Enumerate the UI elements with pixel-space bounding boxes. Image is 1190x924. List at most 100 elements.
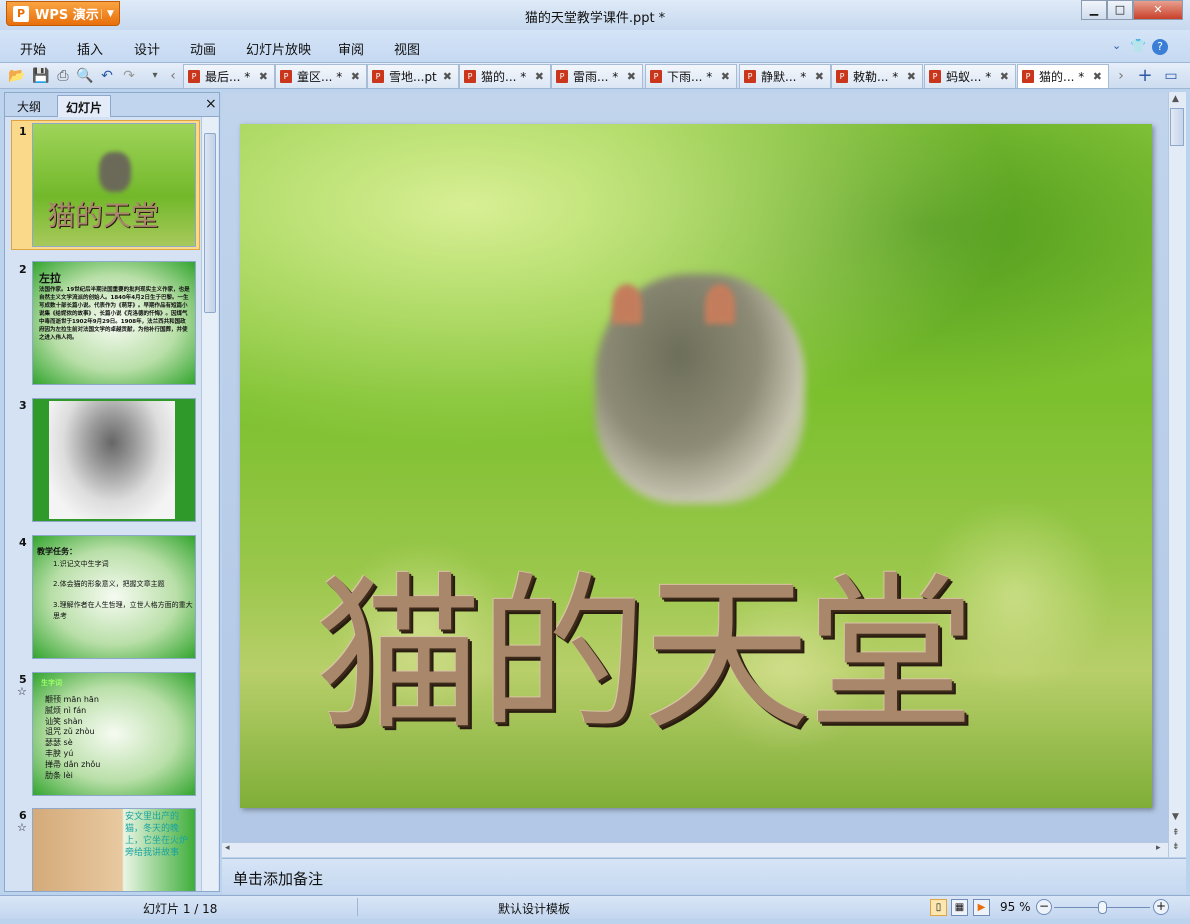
- normal-view-icon[interactable]: ▯: [930, 899, 947, 916]
- open-icon[interactable]: 📂: [8, 67, 26, 85]
- slide-thumbnail-3[interactable]: [32, 398, 196, 522]
- thumbnail-scrollbar[interactable]: [201, 117, 218, 891]
- word-list: 颟顸 mān hān 腻烦 nì fán 讪笑 shàn 诅咒 zǔ zhòu 瑟瑟 s…: [45, 695, 100, 781]
- window-title: 猫的天堂教学课件.ppt *: [524, 11, 666, 26]
- slide-thumbnail-1[interactable]: 猫的天堂: [32, 123, 196, 247]
- thumb-item: 2.体会猫的形象意义，把握文章主题: [53, 580, 165, 588]
- help-icon[interactable]: ?: [1152, 39, 1168, 55]
- skin-icon[interactable]: 👕: [1130, 39, 1146, 54]
- previous-slide-icon[interactable]: ⇞: [1172, 828, 1180, 838]
- save-icon[interactable]: 💾: [32, 67, 50, 85]
- horizontal-scrollbar[interactable]: ◂ ▸: [222, 842, 1168, 857]
- slide-thumbnail-6[interactable]: 安文里出产的猫，冬天的晚上，它坐在火炉旁给我讲故事: [32, 808, 196, 892]
- slide-thumbnail-4[interactable]: 教学任务： 1.识记文中生字词 2.体会猫的形象意义，把握文章主题 3.理解作者…: [32, 535, 196, 659]
- status-bar: 幻灯片 1 / 18 默认设计模板 ▯ ▦ ▶ 95 % − +: [0, 895, 1190, 919]
- close-tab-icon[interactable]: ✖: [1000, 70, 1009, 83]
- menu-slideshow[interactable]: 幻灯片放映: [246, 39, 311, 58]
- menu-insert[interactable]: 插入: [77, 39, 103, 58]
- tab-label: 童区... *: [297, 70, 343, 84]
- minimize-button[interactable]: ▁: [1081, 0, 1107, 20]
- tab-label: 猫的... *: [481, 70, 527, 84]
- document-tab[interactable]: P 静默... * ✖: [739, 64, 831, 88]
- close-tab-icon[interactable]: ✖: [721, 70, 730, 83]
- document-tab[interactable]: P 最后... * ✖: [183, 64, 275, 88]
- tabs-left-icon[interactable]: ‹: [164, 67, 182, 85]
- tab-label: 敕勒... *: [853, 70, 899, 84]
- menu-design[interactable]: 设计: [134, 39, 160, 58]
- ppt-file-icon: P: [372, 70, 384, 83]
- menu-view[interactable]: 视图: [394, 39, 420, 58]
- zoom-in-icon[interactable]: +: [1153, 899, 1169, 915]
- scrollbar-thumb[interactable]: [1170, 108, 1184, 146]
- document-tab[interactable]: P 敕勒... * ✖: [831, 64, 923, 88]
- zoom-slider-handle[interactable]: [1097, 901, 1107, 914]
- ppt-file-icon: P: [280, 70, 292, 83]
- scroll-down-icon[interactable]: ▼: [1172, 812, 1179, 822]
- animation-star-icon: ☆: [17, 685, 27, 698]
- menu-animation[interactable]: 动画: [190, 39, 216, 58]
- divider: [357, 898, 358, 916]
- slide-thumbnail-5[interactable]: 生字词 颟顸 mān hān 腻烦 nì fán 讪笑 shàn 诅咒 zǔ zhòu…: [32, 672, 196, 796]
- maximize-button[interactable]: □: [1107, 0, 1133, 20]
- thumb-title: 教学任务：: [37, 547, 77, 556]
- document-tab[interactable]: P 下雨... * ✖: [645, 64, 737, 88]
- undo-icon[interactable]: ↶: [98, 67, 116, 85]
- thumb-title: 猫的天堂: [47, 199, 160, 232]
- word-item: 掸帚 dǎn zhǒu: [45, 759, 101, 769]
- close-tab-icon[interactable]: ✖: [1093, 70, 1102, 83]
- tab-label: 最后... *: [205, 70, 251, 84]
- collapse-ribbon-icon[interactable]: ⌄: [1112, 39, 1121, 52]
- document-tab[interactable]: P 蚂蚁... * ✖: [924, 64, 1016, 88]
- scroll-left-icon[interactable]: ◂: [225, 843, 230, 853]
- slide-number: 4: [19, 536, 27, 549]
- scroll-right-icon[interactable]: ▸: [1156, 843, 1161, 853]
- slide-sorter-icon[interactable]: ▦: [951, 899, 968, 916]
- scroll-up-icon[interactable]: ▲: [1172, 94, 1179, 104]
- scrollbar-thumb[interactable]: [204, 133, 216, 313]
- thumb-item: 1.识记文中生字词: [53, 560, 109, 568]
- tab-slides[interactable]: 幻灯片: [57, 95, 112, 117]
- word-item: 丰腴 yú: [45, 748, 74, 758]
- document-tab[interactable]: P 童区... * ✖: [275, 64, 367, 88]
- window-list-icon[interactable]: ▭: [1162, 67, 1180, 85]
- slideshow-icon[interactable]: ▶: [973, 899, 990, 916]
- tab-outline[interactable]: 大纲: [9, 95, 49, 117]
- panel-tabs: 大纲 幻灯片 ×: [5, 93, 219, 117]
- close-tab-icon[interactable]: ✖: [907, 70, 916, 83]
- close-panel-icon[interactable]: ×: [205, 96, 217, 112]
- vertical-scrollbar[interactable]: ▲ ▼ ⇞ ⇟: [1168, 92, 1186, 857]
- menu-review[interactable]: 审阅: [338, 39, 364, 58]
- cat-ear: [705, 284, 735, 324]
- document-tab[interactable]: P 雷雨... * ✖: [551, 64, 643, 88]
- document-tab[interactable]: P 猫的... * ✖: [459, 64, 551, 88]
- current-slide[interactable]: 猫的天堂: [240, 124, 1152, 808]
- next-slide-icon[interactable]: ⇟: [1172, 842, 1180, 852]
- print-preview-icon[interactable]: 🔍: [76, 67, 94, 85]
- close-tab-icon[interactable]: ✖: [259, 70, 268, 83]
- customize-toolbar-icon[interactable]: ▾: [146, 67, 164, 85]
- cat-ear: [612, 284, 642, 324]
- menu-home[interactable]: 开始: [20, 39, 46, 58]
- ppt-file-icon: P: [650, 70, 662, 83]
- document-tab[interactable]: P 猫的... * ✖: [1017, 64, 1109, 88]
- tabs-right-icon[interactable]: ›: [1112, 67, 1130, 85]
- close-tab-icon[interactable]: ✖: [815, 70, 824, 83]
- close-tab-icon[interactable]: ✖: [535, 70, 544, 83]
- slide-number: 2: [19, 263, 27, 276]
- tab-label: 雷雨... *: [573, 70, 619, 84]
- slide-thumbnail-2[interactable]: 左拉 法国作家。19世纪后半期法国重要的批判现实主义作家，也是自然主义文学流派的…: [32, 261, 196, 385]
- redo-icon[interactable]: ↷: [120, 67, 138, 85]
- quick-toolbar: 📂 💾 ⎙ 🔍 ↶ ↷ ▾ ‹ P 最后... * ✖ P 童区... * ✖ P 雪地...…: [0, 62, 1190, 89]
- close-window-button[interactable]: ✕: [1133, 0, 1183, 20]
- document-tab[interactable]: P 雪地...pt ✖: [367, 64, 459, 88]
- close-tab-icon[interactable]: ✖: [351, 70, 360, 83]
- zoom-out-icon[interactable]: −: [1036, 899, 1052, 915]
- new-tab-icon[interactable]: +: [1136, 67, 1154, 85]
- notes-field[interactable]: 单击添加备注: [222, 858, 1186, 894]
- print-icon[interactable]: ⎙: [54, 67, 72, 85]
- word-item: 瑟瑟 sè: [45, 738, 73, 748]
- slide-number: 3: [19, 399, 27, 412]
- close-tab-icon[interactable]: ✖: [443, 70, 452, 83]
- slide-title[interactable]: 猫的天堂: [315, 519, 975, 762]
- close-tab-icon[interactable]: ✖: [627, 70, 636, 83]
